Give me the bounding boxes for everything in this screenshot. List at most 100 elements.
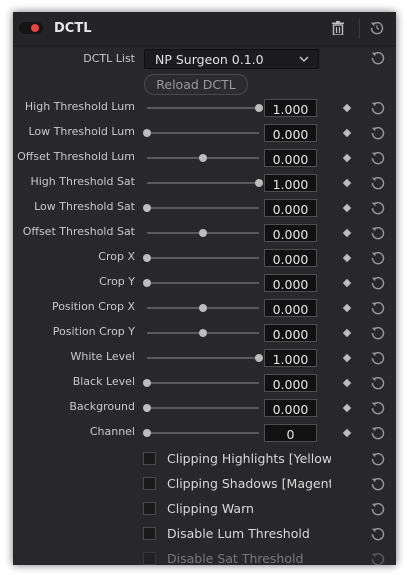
value-field[interactable]: 0.000 — [264, 299, 317, 317]
keyframe-diamond-icon[interactable] — [342, 253, 352, 263]
slider-handle[interactable] — [199, 329, 207, 337]
value-field[interactable]: 1.000 — [264, 99, 317, 117]
value-text: 0.000 — [272, 202, 309, 217]
checkbox[interactable] — [143, 527, 156, 540]
slider-track[interactable] — [147, 382, 259, 384]
slider-track[interactable] — [147, 432, 259, 434]
reload-dctl-button[interactable]: Reload DCTL — [144, 74, 248, 95]
value-text: 0.000 — [272, 377, 309, 392]
reset-icon[interactable] — [371, 527, 385, 541]
slider-track[interactable] — [147, 407, 259, 409]
reset-icon[interactable] — [371, 51, 385, 65]
value-field[interactable]: 0.000 — [264, 199, 317, 217]
reset-icon[interactable] — [371, 226, 385, 240]
value-text: 1.000 — [272, 177, 309, 192]
slider-label: Channel — [89, 425, 135, 438]
reset-icon[interactable] — [371, 376, 385, 390]
slider-track[interactable] — [147, 107, 259, 109]
checkbox[interactable] — [143, 452, 156, 465]
slider-handle[interactable] — [199, 304, 207, 312]
checkbox[interactable] — [143, 552, 156, 565]
slider-track[interactable] — [147, 132, 259, 134]
reset-icon[interactable] — [371, 101, 385, 115]
value-text: 0.000 — [272, 327, 309, 342]
keyframe-diamond-icon[interactable] — [342, 103, 352, 113]
slider-handle[interactable] — [255, 179, 263, 187]
reset-icon[interactable] — [371, 552, 385, 565]
slider-handle[interactable] — [143, 404, 151, 412]
slider-handle[interactable] — [199, 154, 207, 162]
keyframe-diamond-icon[interactable] — [342, 403, 352, 413]
slider-label: Offset Threshold Sat — [22, 225, 135, 238]
slider-handle[interactable] — [255, 104, 263, 112]
slider-label: Crop X — [98, 250, 135, 263]
slider-track[interactable] — [147, 257, 259, 259]
value-field[interactable]: 0.000 — [264, 324, 317, 342]
keyframe-diamond-icon[interactable] — [342, 378, 352, 388]
slider-handle[interactable] — [143, 129, 151, 137]
reset-icon[interactable] — [371, 326, 385, 340]
value-field[interactable]: 0.000 — [264, 149, 317, 167]
value-field[interactable]: 0.000 — [264, 374, 317, 392]
reset-icon[interactable] — [371, 401, 385, 415]
slider-handle[interactable] — [143, 254, 151, 262]
value-field[interactable]: 1.000 — [264, 174, 317, 192]
reset-icon[interactable] — [371, 351, 385, 365]
dctl-panel: DCTL DCTL List NP Surgeon 0.1.0 Reload D… — [13, 12, 396, 565]
checkbox-label: Clipping Shadows [Magenta] — [167, 476, 331, 491]
value-text: 0.000 — [272, 402, 309, 417]
reset-icon[interactable] — [371, 151, 385, 165]
keyframe-diamond-icon[interactable] — [342, 353, 352, 363]
slider-label: White Level — [70, 350, 135, 363]
checkbox-label: Clipping Highlights [Yellow] — [167, 451, 331, 466]
reset-icon[interactable] — [371, 426, 385, 440]
slider-track[interactable] — [147, 182, 259, 184]
value-field[interactable]: 0.000 — [264, 274, 317, 292]
value-field[interactable]: 0.000 — [264, 224, 317, 242]
keyframe-diamond-icon[interactable] — [342, 153, 352, 163]
enable-toggle[interactable] — [19, 22, 43, 34]
trash-icon[interactable] — [332, 21, 344, 35]
value-field[interactable]: 0.000 — [264, 249, 317, 267]
reset-all-icon[interactable] — [370, 21, 384, 35]
reset-icon[interactable] — [371, 251, 385, 265]
keyframe-diamond-icon[interactable] — [342, 328, 352, 338]
slider-track[interactable] — [147, 207, 259, 209]
dctl-list-label: DCTL List — [83, 52, 135, 65]
value-field[interactable]: 0.000 — [264, 399, 317, 417]
dctl-list-dropdown[interactable]: NP Surgeon 0.1.0 — [144, 49, 319, 69]
keyframe-diamond-icon[interactable] — [342, 128, 352, 138]
slider-label: Position Crop Y — [52, 325, 135, 338]
value-field[interactable]: 0.000 — [264, 124, 317, 142]
reset-icon[interactable] — [371, 502, 385, 516]
checkbox[interactable] — [143, 477, 156, 490]
reset-icon[interactable] — [371, 477, 385, 491]
reset-icon[interactable] — [371, 301, 385, 315]
value-field[interactable]: 1.000 — [264, 349, 317, 367]
reset-icon[interactable] — [371, 452, 385, 466]
slider-track[interactable] — [147, 282, 259, 284]
value-text: 0.000 — [272, 252, 309, 267]
slider-handle[interactable] — [199, 229, 207, 237]
reset-icon[interactable] — [371, 201, 385, 215]
keyframe-diamond-icon[interactable] — [342, 228, 352, 238]
slider-handle[interactable] — [143, 279, 151, 287]
reset-icon[interactable] — [371, 176, 385, 190]
value-field[interactable]: 0 — [264, 424, 317, 442]
keyframe-diamond-icon[interactable] — [342, 278, 352, 288]
checkbox[interactable] — [143, 502, 156, 515]
slider-handle[interactable] — [143, 429, 151, 437]
slider-handle[interactable] — [143, 379, 151, 387]
slider-handle[interactable] — [255, 354, 263, 362]
keyframe-diamond-icon[interactable] — [342, 178, 352, 188]
keyframe-diamond-icon[interactable] — [342, 203, 352, 213]
keyframe-diamond-icon[interactable] — [342, 303, 352, 313]
reset-icon[interactable] — [371, 126, 385, 140]
checkbox-label: Clipping Warn — [167, 501, 254, 516]
panel-title: DCTL — [54, 21, 92, 36]
reset-icon[interactable] — [371, 276, 385, 290]
slider-track[interactable] — [147, 357, 259, 359]
keyframe-diamond-icon[interactable] — [342, 428, 352, 438]
slider-handle[interactable] — [143, 204, 151, 212]
header-divider — [359, 19, 360, 39]
